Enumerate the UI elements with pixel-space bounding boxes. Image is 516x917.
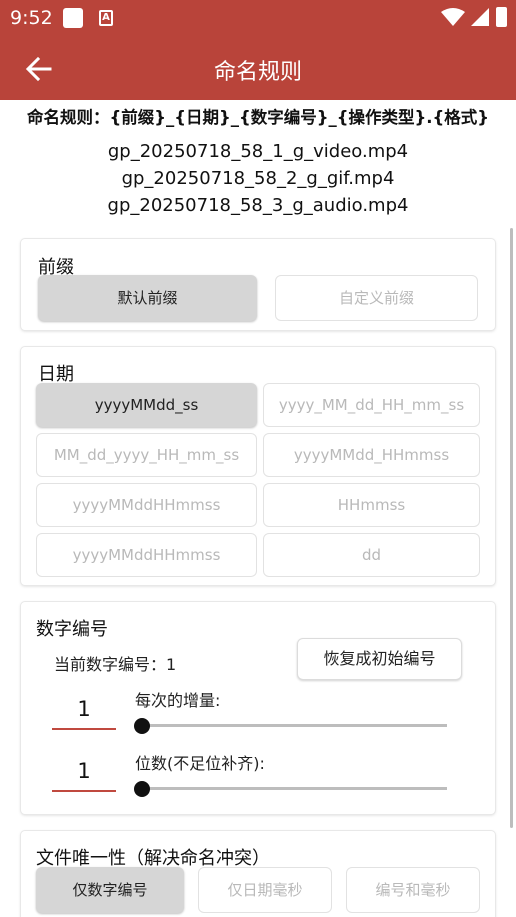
date-card: 日期 yyyyMMdd_ss yyyy_MM_dd_HH_mm_ss MM_dd… [21,347,495,585]
increment-label: 每次的增量: [135,691,221,710]
example-filename: gp_20250718_58_1_g_video.mp4 [107,141,409,162]
uniqueness-option-number[interactable]: 仅数字编号 [36,867,184,913]
a-notification-icon: A [99,10,113,26]
date-option[interactable]: yyyyMMddHHmmss [36,483,257,527]
prefix-option-default[interactable]: 默认前缀 [38,275,257,321]
digits-label: 位数(不足位补齐): [135,754,265,773]
wifi-icon [441,8,465,26]
naming-rule-pattern: 命名规则：{前缀}_{日期}_{数字编号}_{操作类型}.{格式} [27,108,489,127]
page-title: 命名规则 [213,60,302,85]
battery-icon [496,7,507,27]
current-number-label: 当前数字编号：1 [54,655,177,674]
date-option[interactable]: yyyyMMddHHmmss [36,533,257,577]
uniqueness-option-date-ms[interactable]: 仅日期毫秒 [198,867,332,913]
digits-input[interactable]: 1 [52,752,116,792]
status-bar: 9:52 A [0,0,516,36]
date-option[interactable]: dd [263,533,480,577]
date-option[interactable]: MM_dd_yyyy_HH_mm_ss [36,433,257,477]
prefix-option-custom[interactable]: 自定义前缀 [275,275,478,321]
example-filename: gp_20250718_58_2_g_gif.mp4 [121,168,395,189]
uniqueness-card: 文件唯一性（解决命名冲突） 仅数字编号 仅日期毫秒 编号和毫秒 [21,831,495,917]
app-bar: 命名规则 [0,36,516,100]
scrollbar[interactable] [510,228,513,828]
reset-number-button[interactable]: 恢复成初始编号 [297,638,462,680]
uniqueness-option-number-ms[interactable]: 编号和毫秒 [346,867,480,913]
date-option[interactable]: yyyy_MM_dd_HH_mm_ss [263,383,480,427]
increment-slider-thumb[interactable] [134,718,150,734]
number-card: 数字编号 当前数字编号：1 恢复成初始编号 1 每次的增量: 1 位数(不足位补… [21,602,495,814]
digits-slider-thumb[interactable] [134,781,150,797]
signal-icon [471,8,489,26]
increment-input[interactable]: 1 [52,690,116,730]
number-title: 数字编号 [36,619,108,640]
example-filename: gp_20250718_58_3_g_audio.mp4 [107,195,409,216]
digits-slider-track[interactable] [135,787,447,790]
app-notification-icon [63,8,83,28]
date-option[interactable]: yyyyMMdd_HHmmss [263,433,480,477]
prefix-card: 前缀 默认前缀 自定义前缀 [21,239,495,330]
increment-slider-track[interactable] [135,724,447,727]
status-time: 9:52 [10,7,53,29]
date-option[interactable]: yyyyMMdd_ss [36,383,257,427]
date-option[interactable]: HHmmss [263,483,480,527]
